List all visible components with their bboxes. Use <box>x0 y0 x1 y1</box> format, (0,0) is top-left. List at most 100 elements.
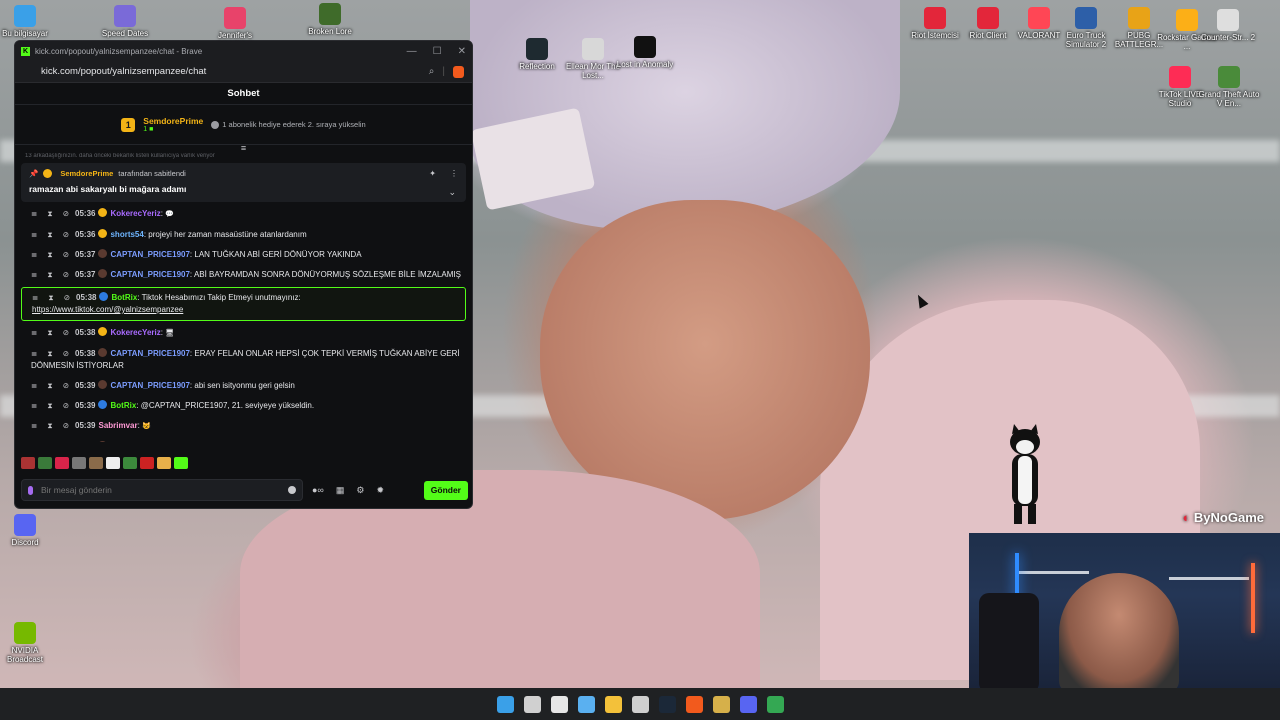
pinned-by-label: tarafından sabitlendi <box>118 169 186 178</box>
chrome-icon[interactable] <box>766 695 784 713</box>
chevron-down-icon[interactable]: ⌄ <box>448 187 456 198</box>
message-username[interactable]: BotRix <box>111 293 137 302</box>
quick-emote-icon[interactable] <box>72 457 86 469</box>
file-explorer-icon[interactable] <box>604 695 622 713</box>
store-icon[interactable]: ▦ <box>333 485 348 496</box>
task-view-icon[interactable] <box>523 695 541 713</box>
quick-emote-icon[interactable] <box>157 457 171 469</box>
quick-emote-icon[interactable] <box>55 457 69 469</box>
chat-message[interactable]: ≣ ⧗ ⊘ 05:38 CAPTAN_PRICE1907: ERAY FELAN O… <box>21 344 466 376</box>
message-username[interactable]: BotRix <box>110 401 136 410</box>
brave-shields-icon[interactable] <box>453 65 464 78</box>
chat-message[interactable]: ≣ ⧗ ⊘ 05:39 Sabrimvar: 😺 <box>21 416 466 437</box>
chat-message[interactable]: ≣ ⧗ ⊘ 05:36 shorts54: projeyi her zaman ma… <box>21 225 466 245</box>
desktop-icon-jennifer[interactable]: Jennifer's <box>203 7 267 40</box>
desktop-icon-label: Lost in Anomaly <box>616 60 674 69</box>
desktop-icon-speed-dates[interactable]: Speed Dates <box>93 5 157 38</box>
quick-emote-icon[interactable] <box>123 457 137 469</box>
euro-truck-icon <box>1075 7 1097 29</box>
chat-message[interactable]: ≣ ⧗ ⊘ 05:39 BotRix: @CAPTAN_PRICE1907, 21.… <box>21 396 466 416</box>
mod-actions-icon[interactable]: ≣ ⧗ ⊘ <box>31 381 73 390</box>
obs-icon[interactable] <box>631 695 649 713</box>
faded-message: 13 arkadaşlığınızın. daha önceki bekarlı… <box>25 153 215 159</box>
chat-message[interactable]: ≣ ⧗ ⊘ 05:38 KokerecYeriz: 🖥 <box>21 323 466 344</box>
unpin-icon[interactable]: ✦ <box>429 169 436 178</box>
message-username[interactable]: KokerecYeriz <box>110 209 160 218</box>
send-button[interactable]: Gönder <box>423 480 468 500</box>
quick-emote-icon[interactable] <box>38 457 52 469</box>
channel-points-icon[interactable]: ●∞ <box>309 485 327 495</box>
url-text[interactable]: kick.com/popout/yalnizsempanzee/chat <box>41 66 206 77</box>
windows-start-icon[interactable] <box>496 695 514 713</box>
message-username[interactable]: KokerecYeriz <box>110 328 160 337</box>
riot-client-2-icon <box>977 7 999 29</box>
mod-actions-icon[interactable]: ≣ ⧗ ⊘ <box>31 401 73 410</box>
chat-message[interactable]: ≣ ⧗ ⊘05:39CAPTAN_PRICE1907: 1 yıl tek ya… <box>21 437 466 442</box>
emoji-picker-icon[interactable] <box>288 486 296 494</box>
steam-icon[interactable] <box>658 695 676 713</box>
pinned-author[interactable]: SemdorePrime <box>60 169 113 178</box>
message-username[interactable]: CAPTAN_PRICE1907 <box>110 270 189 279</box>
chat-input-box[interactable] <box>21 479 303 501</box>
desktop-icon-broken-lore[interactable]: Broken Lore <box>298 3 362 36</box>
browser-window[interactable]: K kick.com/popout/yalnizsempanzee/chat -… <box>14 40 473 509</box>
jennifer-icon <box>224 7 246 29</box>
mod-actions-icon[interactable]: ≣ ⧗ ⊘ <box>31 209 73 218</box>
close-icon[interactable]: ✕ <box>458 46 466 57</box>
chat-message[interactable]: ≣ ⧗ ⊘ 05:38 BotRix: Tiktok Hesabımızı Taki… <box>21 287 466 321</box>
desktop-icon-nvidia[interactable]: NVIDIA Broadcast <box>0 622 57 664</box>
mod-actions-icon[interactable]: ≣ ⧗ ⊘ <box>31 421 73 430</box>
quick-emote-icon[interactable] <box>140 457 154 469</box>
quick-emote-icon[interactable] <box>106 457 120 469</box>
maximize-icon[interactable]: ☐ <box>433 46 442 57</box>
desktop-icon-discord[interactable]: Discord <box>0 514 57 547</box>
desktop-icon-lost-anomaly[interactable]: Lost in Anomaly <box>613 36 677 69</box>
pinned-message[interactable]: 📌 SemdorePrime tarafından sabitlendi ram… <box>21 163 466 202</box>
message-username[interactable]: Sabrimvar <box>98 421 137 430</box>
chat-message[interactable]: ≣ ⧗ ⊘ 05:37 CAPTAN_PRICE1907: LAN TUĞKAN A… <box>21 245 466 265</box>
chat-message-list[interactable]: ≣ ⧗ ⊘ 05:36 KokerecYeriz: 💬 ≣ ⧗ ⊘ 05:36 short… <box>15 202 472 442</box>
mod-actions-icon[interactable]: ≣ ⧗ ⊘ <box>31 328 73 337</box>
message-username[interactable]: shorts54 <box>110 230 143 239</box>
mod-actions-icon[interactable]: ≣ ⧗ ⊘ <box>31 250 73 259</box>
chat-message-input[interactable] <box>41 485 288 495</box>
discord-taskbar-icon[interactable] <box>739 695 757 713</box>
photos-icon[interactable] <box>577 695 595 713</box>
desktop-icon-label: Grand Theft Auto V En... <box>1198 90 1260 108</box>
settings-gear-icon[interactable]: ⚙ <box>353 485 367 496</box>
quick-emote-icon[interactable] <box>21 457 35 469</box>
mod-actions-icon[interactable]: ≣ ⧗ ⊘ <box>31 349 73 358</box>
quick-emote-bar <box>21 457 188 469</box>
brave-icon[interactable] <box>685 695 703 713</box>
window-titlebar[interactable]: K kick.com/popout/yalnizsempanzee/chat -… <box>15 41 472 61</box>
desktop-icon-reflection[interactable]: Reflection <box>505 38 569 71</box>
desktop-icon-gta[interactable]: Grand Theft Auto V En... <box>1197 66 1261 108</box>
desktop-icon-counter-strike[interactable]: Counter-Str... 2 <box>1196 9 1260 42</box>
more-options-icon[interactable]: ⋮ <box>450 169 458 178</box>
mod-actions-icon[interactable]: ≣ ⧗ ⊘ <box>31 270 73 279</box>
message-username[interactable]: CAPTAN_PRICE1907 <box>110 381 189 390</box>
minimize-icon[interactable]: — <box>407 46 417 57</box>
chat-message[interactable]: ≣ ⧗ ⊘ 05:36 KokerecYeriz: 💬 <box>21 204 466 225</box>
chat-message[interactable]: ≣ ⧗ ⊘ 05:37 CAPTAN_PRICE1907: ABİ BAYRAMDA… <box>21 265 466 285</box>
quick-emote-icon[interactable] <box>174 457 188 469</box>
collapse-filter-icon[interactable]: ≡ <box>15 144 472 153</box>
address-bar[interactable]: kick.com/popout/yalnizsempanzee/chat ⌕ | <box>15 61 472 83</box>
pubg-icon <box>1128 7 1150 29</box>
mod-actions-icon[interactable]: ≣ ⧗ ⊘ <box>31 230 73 239</box>
quick-emote-icon[interactable] <box>89 457 103 469</box>
message-link[interactable]: https://www.tiktok.com/@yalnizsempanzee <box>32 305 183 314</box>
mod-actions-icon[interactable]: ≣ ⧗ ⊘ <box>32 293 74 302</box>
chat-message[interactable]: ≣ ⧗ ⊘ 05:39 CAPTAN_PRICE1907: abi sen isit… <box>21 376 466 396</box>
message-username[interactable]: CAPTAN_PRICE1907 <box>110 349 189 358</box>
gta-icon <box>1218 66 1240 88</box>
file-icon[interactable] <box>712 695 730 713</box>
microphone-icon[interactable] <box>28 485 33 495</box>
message-username[interactable]: CAPTAN_PRICE1907 <box>110 250 189 259</box>
desktop-icon-label: Discord <box>11 538 39 547</box>
extension-gear-icon[interactable]: ✹ <box>373 485 387 496</box>
snipping-tool-icon[interactable] <box>550 695 568 713</box>
zoom-search-icon[interactable]: ⌕ <box>429 66 435 77</box>
desktop-icon-monitor[interactable]: Bu bilgisayar <box>0 5 57 38</box>
leader-name[interactable]: SemdorePrime <box>143 116 203 126</box>
